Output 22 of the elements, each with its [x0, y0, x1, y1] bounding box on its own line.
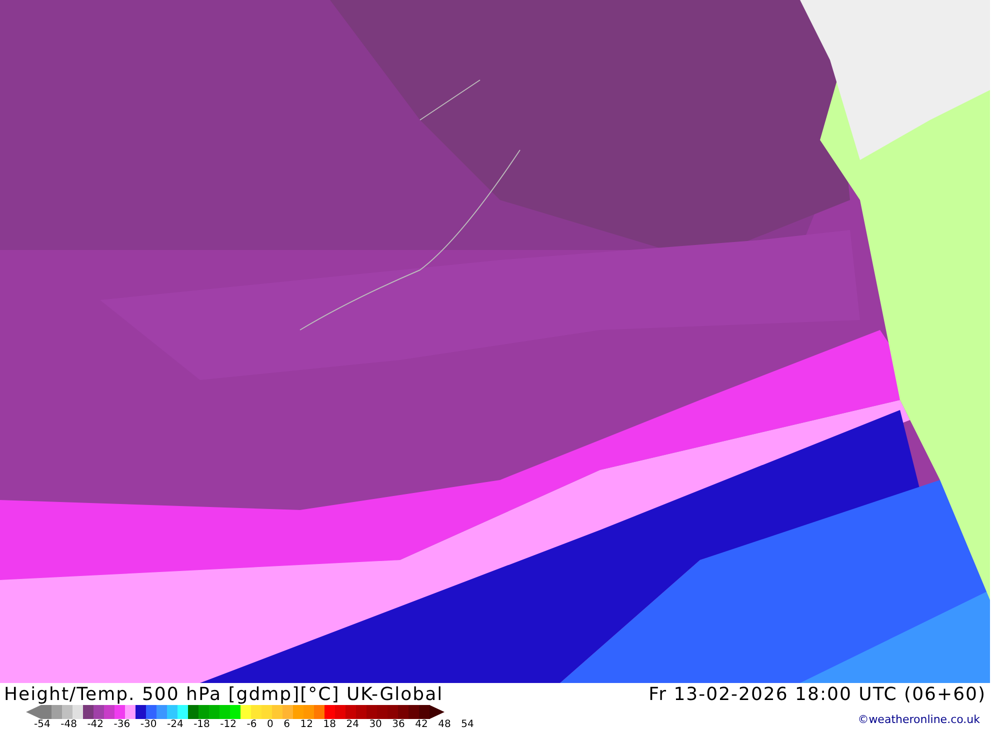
valid-time: Fr 13-02-2026 18:00 UTC (06+60): [648, 684, 986, 704]
copyright-text: ©weatheronline.co.uk: [858, 713, 980, 726]
scale-label: 12: [300, 719, 313, 730]
scale-label: -30: [140, 719, 157, 730]
scale-label: 36: [392, 719, 405, 730]
scale-label: 0: [266, 719, 274, 730]
scale-label: 6: [284, 719, 290, 730]
scale-label: -18: [194, 719, 210, 730]
scale-label: -42: [87, 719, 104, 730]
scale-label: 30: [369, 719, 382, 730]
scale-label: 48: [438, 719, 451, 730]
scale-label: 42: [415, 719, 428, 730]
map-title: Height/Temp. 500 hPa [gdmp][°C] UK-Global: [4, 684, 444, 704]
scale-label: -36: [114, 719, 130, 730]
scale-label: -48: [60, 719, 77, 730]
scale-label: 54: [461, 719, 474, 730]
scale-label: -54: [34, 719, 50, 730]
scale-label: 18: [323, 719, 336, 730]
scale-label: -6: [246, 719, 257, 730]
scale-label: -12: [220, 719, 236, 730]
scale-label: 24: [346, 719, 359, 730]
scale-label: -24: [166, 719, 184, 730]
